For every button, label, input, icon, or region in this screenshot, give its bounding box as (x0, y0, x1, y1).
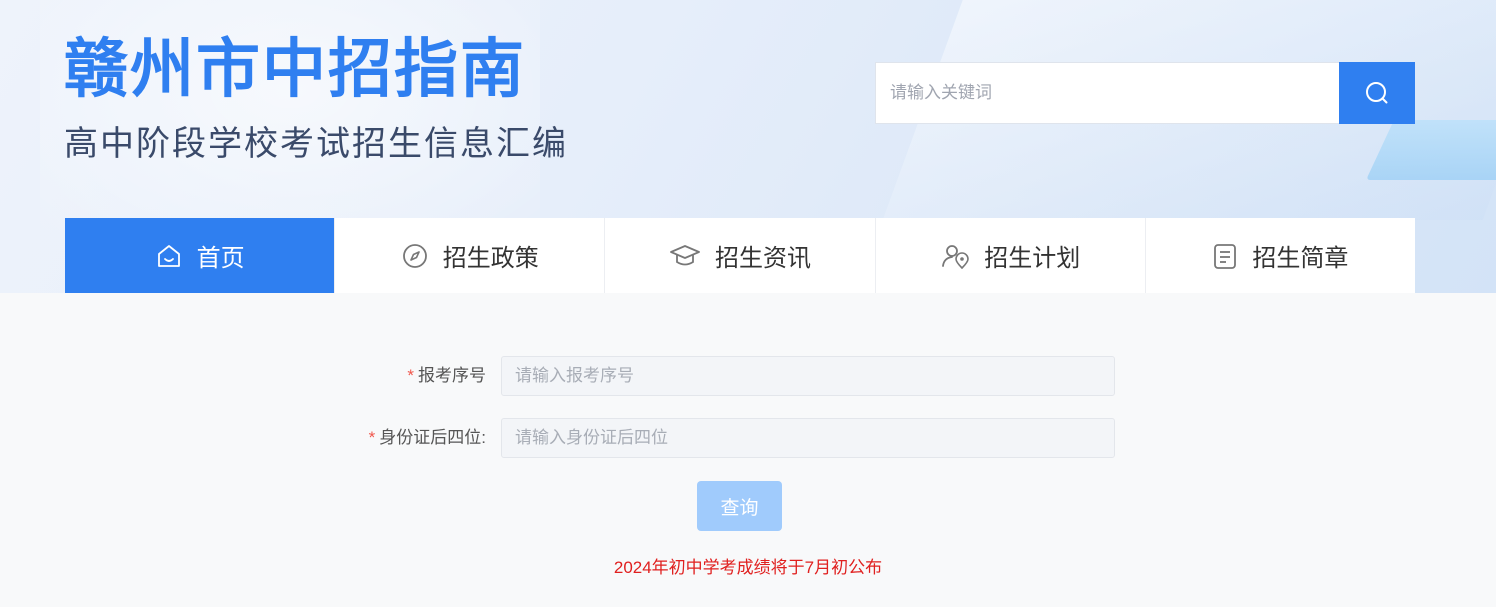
main-nav: 首页 招生政策 招生资讯 招生计划 招生简章 (65, 218, 1415, 293)
user-location-icon (940, 242, 970, 270)
nav-item-label: 招生政策 (442, 245, 539, 272)
nav-item-label: 首页 (196, 245, 245, 272)
score-release-notice: 2024年初中学考成绩将于7月初公布 (613, 558, 883, 577)
graduation-cap-icon (669, 242, 701, 270)
search-box (875, 62, 1415, 124)
exam-number-label-text: 报考序号 (418, 366, 486, 385)
search-button[interactable] (1339, 62, 1415, 124)
form-row-id-last4: * 身份证后四位: (0, 418, 1496, 458)
site-title: 赣州市中招指南 (64, 33, 526, 107)
header-banner: 赣州市中招指南 高中阶段学校考试招生信息汇编 首页 (0, 0, 1496, 293)
search-icon (1366, 82, 1388, 104)
search-input[interactable] (876, 63, 1339, 123)
exam-number-input[interactable] (501, 356, 1115, 396)
required-mark: * (407, 366, 414, 385)
nav-item-policy[interactable]: 招生政策 (335, 218, 606, 293)
nav-item-news[interactable]: 招生资讯 (605, 218, 876, 293)
id-last4-label-text: 身份证后四位: (379, 428, 486, 447)
compass-icon (401, 242, 429, 270)
document-icon (1212, 242, 1238, 270)
nav-item-label: 招生资讯 (715, 245, 811, 272)
nav-item-brochure[interactable]: 招生简章 (1146, 218, 1415, 293)
home-icon (155, 242, 183, 270)
nav-item-label: 招生简章 (1252, 245, 1349, 272)
site-subtitle: 高中阶段学校考试招生信息汇编 (64, 124, 568, 164)
form-row-exam-number: * 报考序号 (0, 356, 1496, 396)
nav-item-label: 招生计划 (984, 245, 1081, 272)
required-mark: * (368, 428, 376, 447)
query-button[interactable]: 查询 (697, 481, 782, 531)
exam-number-label: * 报考序号 (407, 356, 486, 396)
nav-item-home[interactable]: 首页 (65, 218, 336, 293)
id-last4-input[interactable] (501, 418, 1115, 458)
id-last4-label: * 身份证后四位: (369, 418, 486, 458)
nav-item-plan[interactable]: 招生计划 (876, 218, 1146, 293)
